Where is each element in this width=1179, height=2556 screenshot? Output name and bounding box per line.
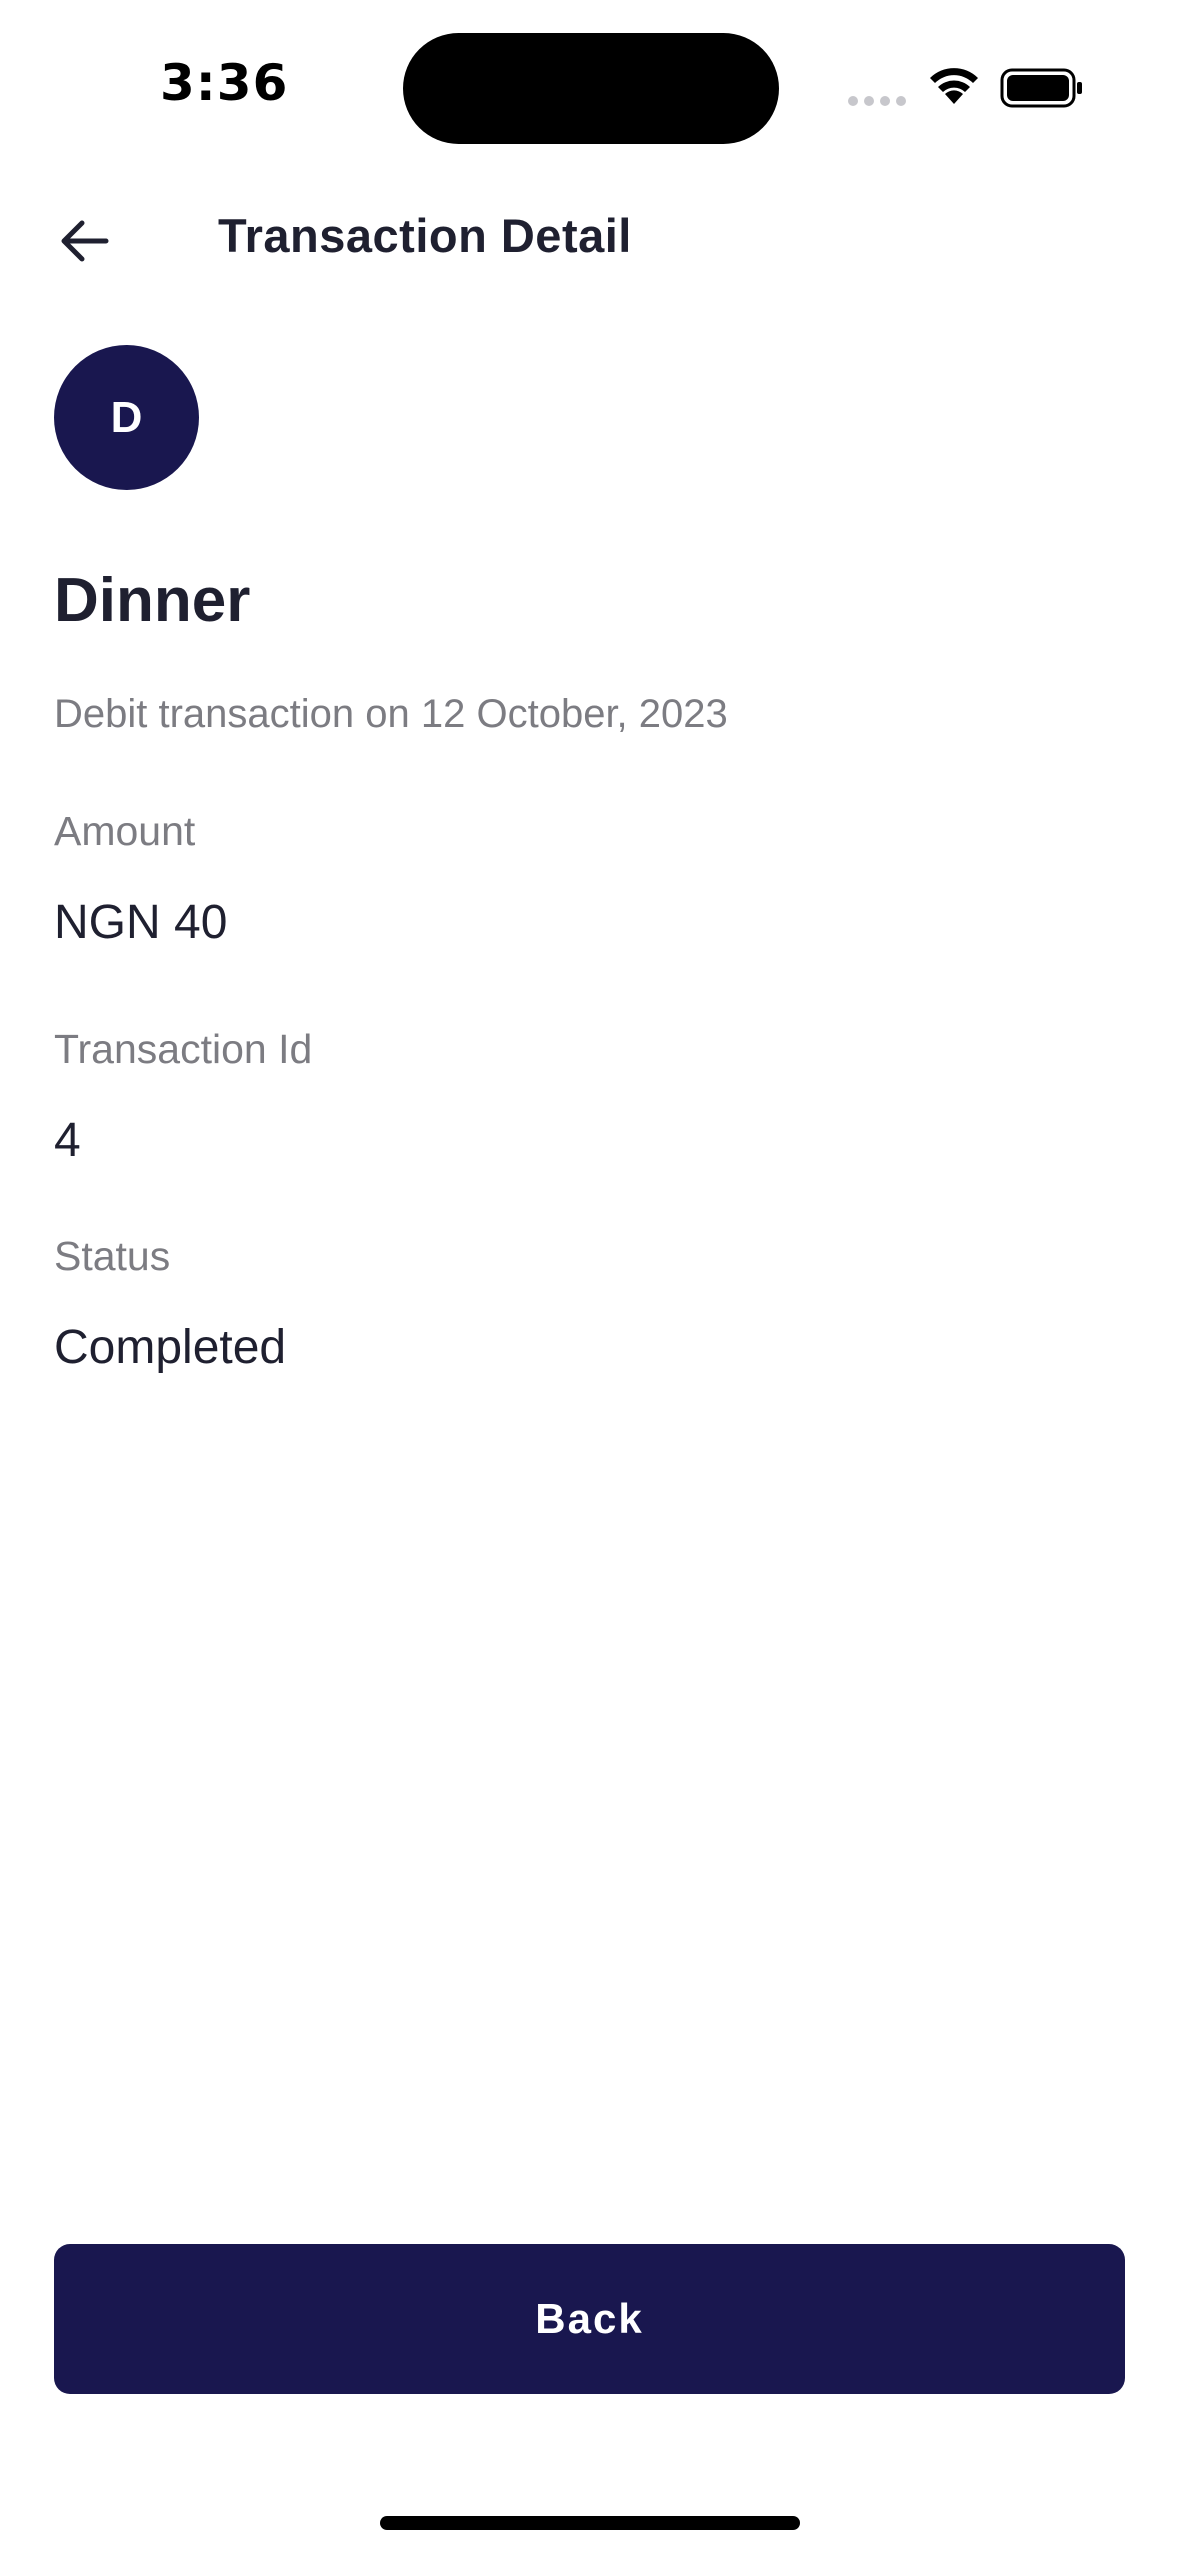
amount-value: NGN 40 [54, 896, 228, 949]
amount-label: Amount [54, 808, 196, 854]
avatar: D [54, 345, 199, 490]
cellular-signal-icon [848, 96, 906, 108]
back-button[interactable]: Back [54, 2244, 1125, 2394]
page-title: Transaction Detail [218, 209, 632, 262]
transaction-id-label: Transaction Id [54, 1026, 313, 1072]
wifi-icon [930, 68, 978, 104]
transaction-id-value: 4 [54, 1114, 81, 1167]
transaction-subtitle: Debit transaction on 12 October, 2023 [54, 692, 728, 736]
arrow-left-icon[interactable] [54, 210, 116, 272]
status-label: Status [54, 1233, 171, 1279]
home-indicator [380, 2516, 800, 2530]
status-value: Completed [54, 1321, 287, 1374]
header: Transaction Detail [0, 190, 1179, 290]
battery-icon [1000, 68, 1082, 108]
status-bar: 3:36 [0, 0, 1179, 180]
transaction-name: Dinner [54, 566, 251, 635]
status-time: 3:36 [160, 54, 289, 112]
dynamic-island [403, 33, 779, 144]
